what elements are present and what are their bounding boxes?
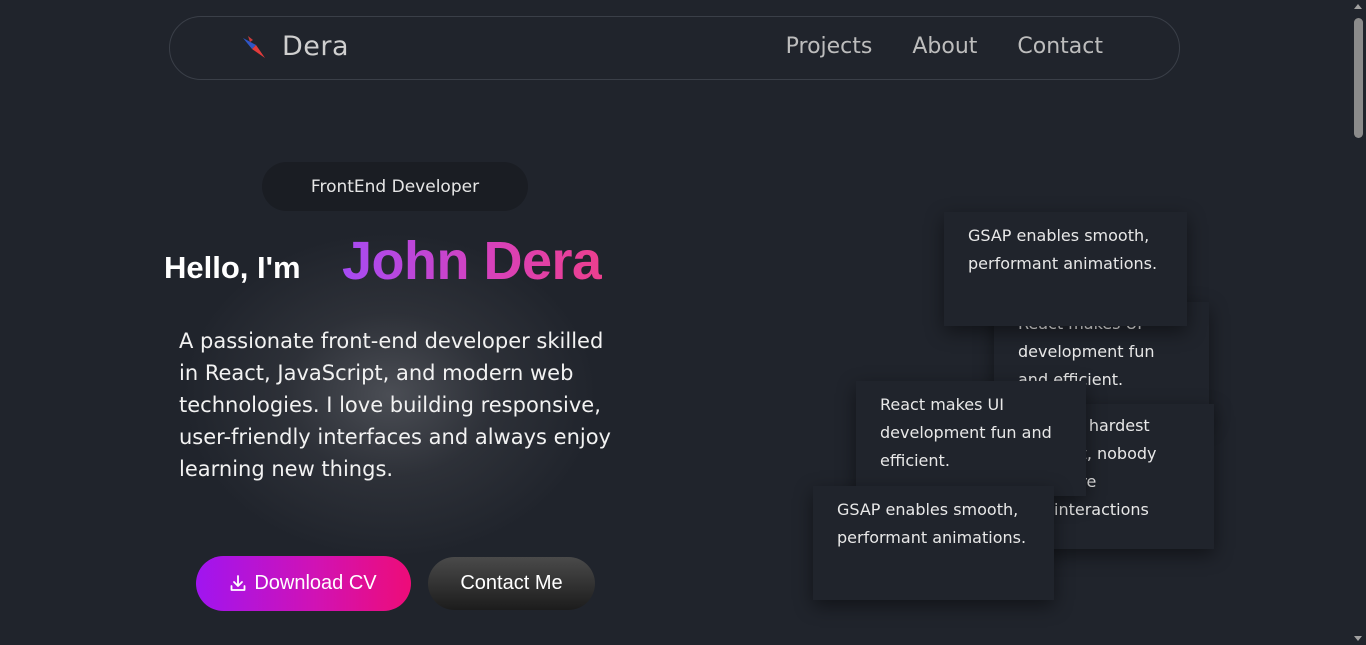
hero-greeting: Hello, I'm xyxy=(164,250,301,285)
hero-bio: A passionate front-end developer skilled… xyxy=(179,329,611,481)
navbar: Dera Projects About Contact xyxy=(169,16,1180,80)
download-cv-button[interactable]: Download CV xyxy=(196,556,411,611)
contact-me-button[interactable]: Contact Me xyxy=(428,557,595,610)
quote-card: GSAP enables smooth, performant animatio… xyxy=(813,486,1054,600)
brand[interactable]: Dera xyxy=(240,31,349,62)
scroll-up-arrow-icon[interactable] xyxy=(1354,4,1362,9)
compass-logo-icon xyxy=(243,35,265,58)
page: Dera Projects About Contact FrontEnd Dev… xyxy=(0,0,1366,645)
hero-name: John Dera xyxy=(342,231,602,291)
quote-card: GSAP enables smooth, performant animatio… xyxy=(944,212,1187,326)
nav-links: Projects About Contact xyxy=(786,34,1103,59)
role-badge: FrontEnd Developer xyxy=(262,162,528,211)
quote-card: React makes UI development fun and effic… xyxy=(856,381,1086,496)
download-icon xyxy=(230,575,246,591)
brand-name: Dera xyxy=(282,31,350,62)
contact-me-label: Contact Me xyxy=(460,572,563,594)
nav-link-contact[interactable]: Contact xyxy=(1017,34,1103,59)
nav-link-projects[interactable]: Projects xyxy=(786,34,873,59)
scroll-thumb[interactable] xyxy=(1354,18,1363,138)
scrollbar[interactable] xyxy=(1351,0,1366,645)
download-cv-label: Download CV xyxy=(254,572,377,594)
nav-link-about[interactable]: About xyxy=(912,34,977,59)
scroll-down-arrow-icon[interactable] xyxy=(1354,636,1362,641)
